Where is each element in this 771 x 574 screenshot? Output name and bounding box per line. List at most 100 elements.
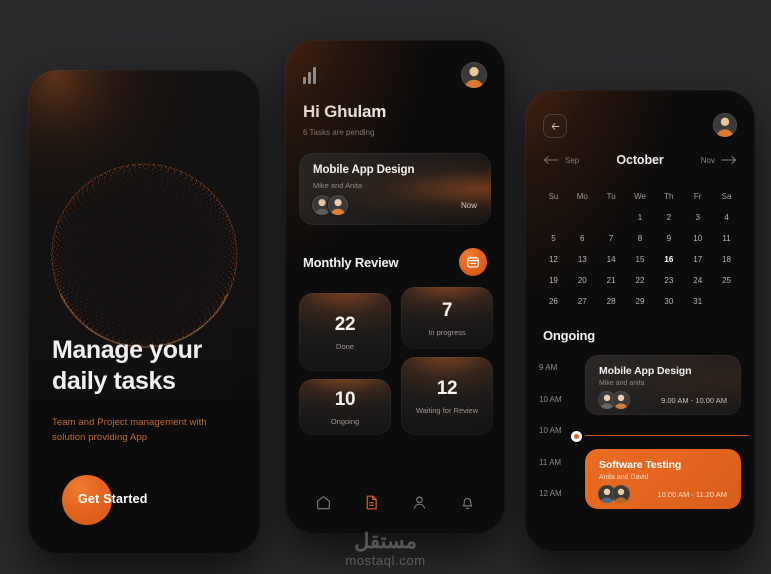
schedule-event-card[interactable]: Mobile App Design Mike and anita 9.00 AM… [585, 355, 741, 415]
task-card-members: Mike and Anita [313, 181, 362, 190]
title-line-1: Manage your [52, 335, 236, 366]
person-icon[interactable] [404, 487, 434, 517]
calendar-day[interactable]: 20 [568, 270, 597, 291]
calendar-weekday: Tu [597, 188, 626, 207]
calendar-day[interactable]: 7 [597, 228, 626, 249]
calendar-day[interactable]: 30 [654, 291, 683, 312]
stat-card-ongoing[interactable]: 10 Ongoing [299, 379, 391, 435]
current-time-line [585, 435, 749, 436]
event-members: Anita and David [599, 474, 648, 481]
avatar [612, 485, 630, 503]
calendar-weekday: Sa [712, 188, 741, 207]
calendar-day[interactable]: 27 [568, 291, 597, 312]
stat-label: Ongoing [331, 417, 359, 426]
calendar-day[interactable]: 2 [654, 207, 683, 228]
calendar-day[interactable]: 22 [626, 270, 655, 291]
document-icon[interactable] [356, 487, 386, 517]
calendar-day[interactable]: 23 [654, 270, 683, 291]
calendar-day[interactable]: 11 [712, 228, 741, 249]
schedule-timeline: 9 AM 10 AM 10 AM 11 AM 12 AM Mobile App … [525, 353, 755, 523]
calendar-day[interactable]: 14 [597, 249, 626, 270]
screenshot-canvas: Manage your daily tasks Team and Project… [0, 0, 771, 574]
calendar-week-row: 12 13 14 15 16 17 18 [539, 249, 741, 270]
phone-1-content: Manage your daily tasks Team and Project… [28, 335, 260, 529]
calendar-day[interactable]: 17 [683, 249, 712, 270]
next-month-label: Nov [701, 156, 715, 165]
event-avatars [598, 485, 630, 503]
stat-label: Done [336, 342, 354, 351]
calendar-icon[interactable] [459, 248, 487, 276]
current-time-marker [571, 431, 749, 433]
home-icon[interactable] [308, 487, 338, 517]
calendar-week-row: 5 6 7 8 9 10 11 [539, 228, 741, 249]
calendar-weekday: We [626, 188, 655, 207]
avatar [612, 391, 630, 409]
calendar-weekday: Th [654, 188, 683, 207]
stat-card-waiting-for-review[interactable]: 12 Waiting for Review [401, 357, 493, 435]
arrow-left-icon [543, 155, 559, 165]
calendar-grid: Su Mo Tu We Th Fr Sa 1 2 3 4 5 6 7 8 9 10 11 12 13 14 15 16 17… [539, 188, 741, 312]
prev-month-button[interactable]: Sep [543, 155, 579, 165]
pending-tasks-label: 6 Tasks are pending [303, 128, 487, 137]
get-started-label: Get Started [78, 492, 148, 506]
calendar-day[interactable]: 19 [539, 270, 568, 291]
calendar-day[interactable]: 13 [568, 249, 597, 270]
stat-card-in-progress[interactable]: 7 In progress [401, 287, 493, 349]
stat-value: 12 [437, 378, 458, 400]
current-task-card[interactable]: Mobile App Design Mike and Anita Now [299, 153, 491, 225]
calendar-day[interactable]: 3 [683, 207, 712, 228]
calendar-day[interactable]: 21 [597, 270, 626, 291]
calendar-week-row: 26 27 28 29 30 31 [539, 291, 741, 312]
calendar-day[interactable]: 29 [626, 291, 655, 312]
subtitle-line-2: solution providing App [52, 431, 236, 446]
calendar-cell-empty [568, 207, 597, 228]
calendar-day-selected[interactable]: 16 [654, 249, 683, 270]
subtitle-line-1: Team and Project management with [52, 416, 236, 431]
calendar-week-row: 1234 [539, 207, 741, 228]
schedule-event-card-active[interactable]: Software Testing Anita and David 10.00 A… [585, 449, 741, 509]
time-label: 11 AM [539, 458, 561, 467]
calendar-day[interactable]: 25 [712, 270, 741, 291]
calendar-day[interactable]: 10 [683, 228, 712, 249]
page-subtitle: Team and Project management with solutio… [52, 416, 236, 445]
calendar-day[interactable]: 31 [683, 291, 712, 312]
stat-value: 7 [442, 300, 452, 322]
calendar-day[interactable]: 15 [626, 249, 655, 270]
title-line-2: daily tasks [52, 366, 236, 397]
calendar-weekday: Su [539, 188, 568, 207]
calendar-day[interactable]: 9 [654, 228, 683, 249]
signal-bars-icon [303, 66, 316, 84]
calendar-current-month: October [616, 153, 663, 167]
back-button[interactable] [543, 114, 567, 138]
calendar-day[interactable]: 8 [626, 228, 655, 249]
calendar-day[interactable]: 24 [683, 270, 712, 291]
get-started-button[interactable]: Get Started [52, 475, 236, 529]
event-title: Mobile App Design [599, 365, 691, 377]
calendar-day[interactable]: 26 [539, 291, 568, 312]
task-card-time: Now [461, 201, 477, 210]
calendar-day[interactable]: 1 [626, 207, 655, 228]
phone-3-header [525, 90, 755, 148]
bell-icon[interactable] [452, 487, 482, 517]
stat-value: 22 [335, 314, 356, 336]
avatar [328, 195, 348, 215]
user-avatar[interactable] [461, 62, 487, 88]
phone-1-onboarding: Manage your daily tasks Team and Project… [28, 70, 260, 554]
user-avatar[interactable] [713, 113, 737, 137]
calendar-day[interactable]: 28 [597, 291, 626, 312]
time-label: 12 AM [539, 489, 562, 498]
calendar-day[interactable]: 18 [712, 249, 741, 270]
next-month-button[interactable]: Nov [701, 155, 737, 165]
calendar-day[interactable]: 12 [539, 249, 568, 270]
calendar-day[interactable]: 4 [712, 207, 741, 228]
time-label: 10 AM [539, 395, 562, 404]
calendar-day[interactable]: 5 [539, 228, 568, 249]
calendar-cell-empty [597, 207, 626, 228]
calendar-day[interactable]: 6 [568, 228, 597, 249]
monthly-review-row: Monthly Review [303, 247, 487, 277]
stat-card-done[interactable]: 22 Done [299, 293, 391, 371]
greeting-block: Hi Ghulam 6 Tasks are pending [285, 102, 505, 137]
stat-label: In progress [428, 328, 466, 337]
task-card-avatars [312, 195, 348, 215]
page-title: Manage your daily tasks [52, 335, 236, 397]
